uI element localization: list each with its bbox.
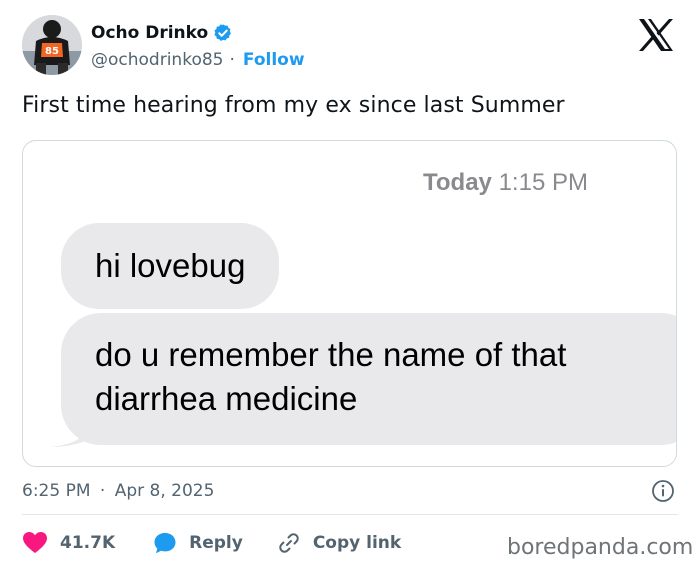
like-count: 41.7K <box>60 533 116 553</box>
author-handle-row: @ochodrinko85 · Follow <box>91 50 305 70</box>
tweet-meta: 6:25 PM · Apr 8, 2025 <box>22 481 214 501</box>
message-bubble: hi lovebug <box>61 223 280 309</box>
tweet-media[interactable]: Today 1:15 PM hi lovebug do u remember t… <box>22 140 677 467</box>
reply-label: Reply <box>189 533 243 553</box>
verified-badge-icon <box>214 24 232 41</box>
heart-icon <box>23 532 47 553</box>
avatar-image: 85 <box>22 15 82 75</box>
message-text: hi lovebug <box>95 247 246 284</box>
info-icon[interactable] <box>651 479 675 503</box>
tweet-time[interactable]: 6:25 PM <box>22 481 91 501</box>
message-timestamp-day: Today <box>423 169 492 196</box>
meta-separator: · <box>99 481 106 501</box>
message-text: do u remember the name of that diarrhea … <box>95 336 567 417</box>
divider <box>22 514 678 515</box>
tweet-actions: 41.7K Reply Copy link <box>22 530 401 556</box>
handle-separator: · <box>229 50 235 70</box>
reply-icon <box>154 533 176 554</box>
link-icon <box>279 533 299 553</box>
avatar[interactable]: 85 <box>22 15 82 75</box>
author-name[interactable]: Ocho Drinko <box>91 23 208 43</box>
like-button[interactable]: 41.7K <box>22 531 115 555</box>
copy-link-button[interactable]: Copy link <box>277 531 401 555</box>
message-timestamp: Today 1:15 PM <box>423 169 588 197</box>
message-bubble: do u remember the name of that diarrhea … <box>61 313 676 445</box>
author-handle[interactable]: @ochodrinko85 <box>91 50 223 70</box>
watermark: boredpanda.com <box>507 535 694 560</box>
tweet-text: First time hearing from my ex since last… <box>22 93 565 118</box>
copy-link-label: Copy link <box>312 533 402 553</box>
author-name-row: Ocho Drinko <box>91 22 305 44</box>
avatar-jersey-number: 85 <box>45 46 59 57</box>
message-timestamp-time: 1:15 PM <box>498 169 588 196</box>
follow-button[interactable]: Follow <box>243 50 305 70</box>
tweet-date[interactable]: Apr 8, 2025 <box>115 481 215 501</box>
author-block: Ocho Drinko @ochodrinko85 · Follow <box>91 22 305 70</box>
x-logo-icon[interactable] <box>636 17 676 53</box>
reply-button[interactable]: Reply <box>153 531 243 555</box>
